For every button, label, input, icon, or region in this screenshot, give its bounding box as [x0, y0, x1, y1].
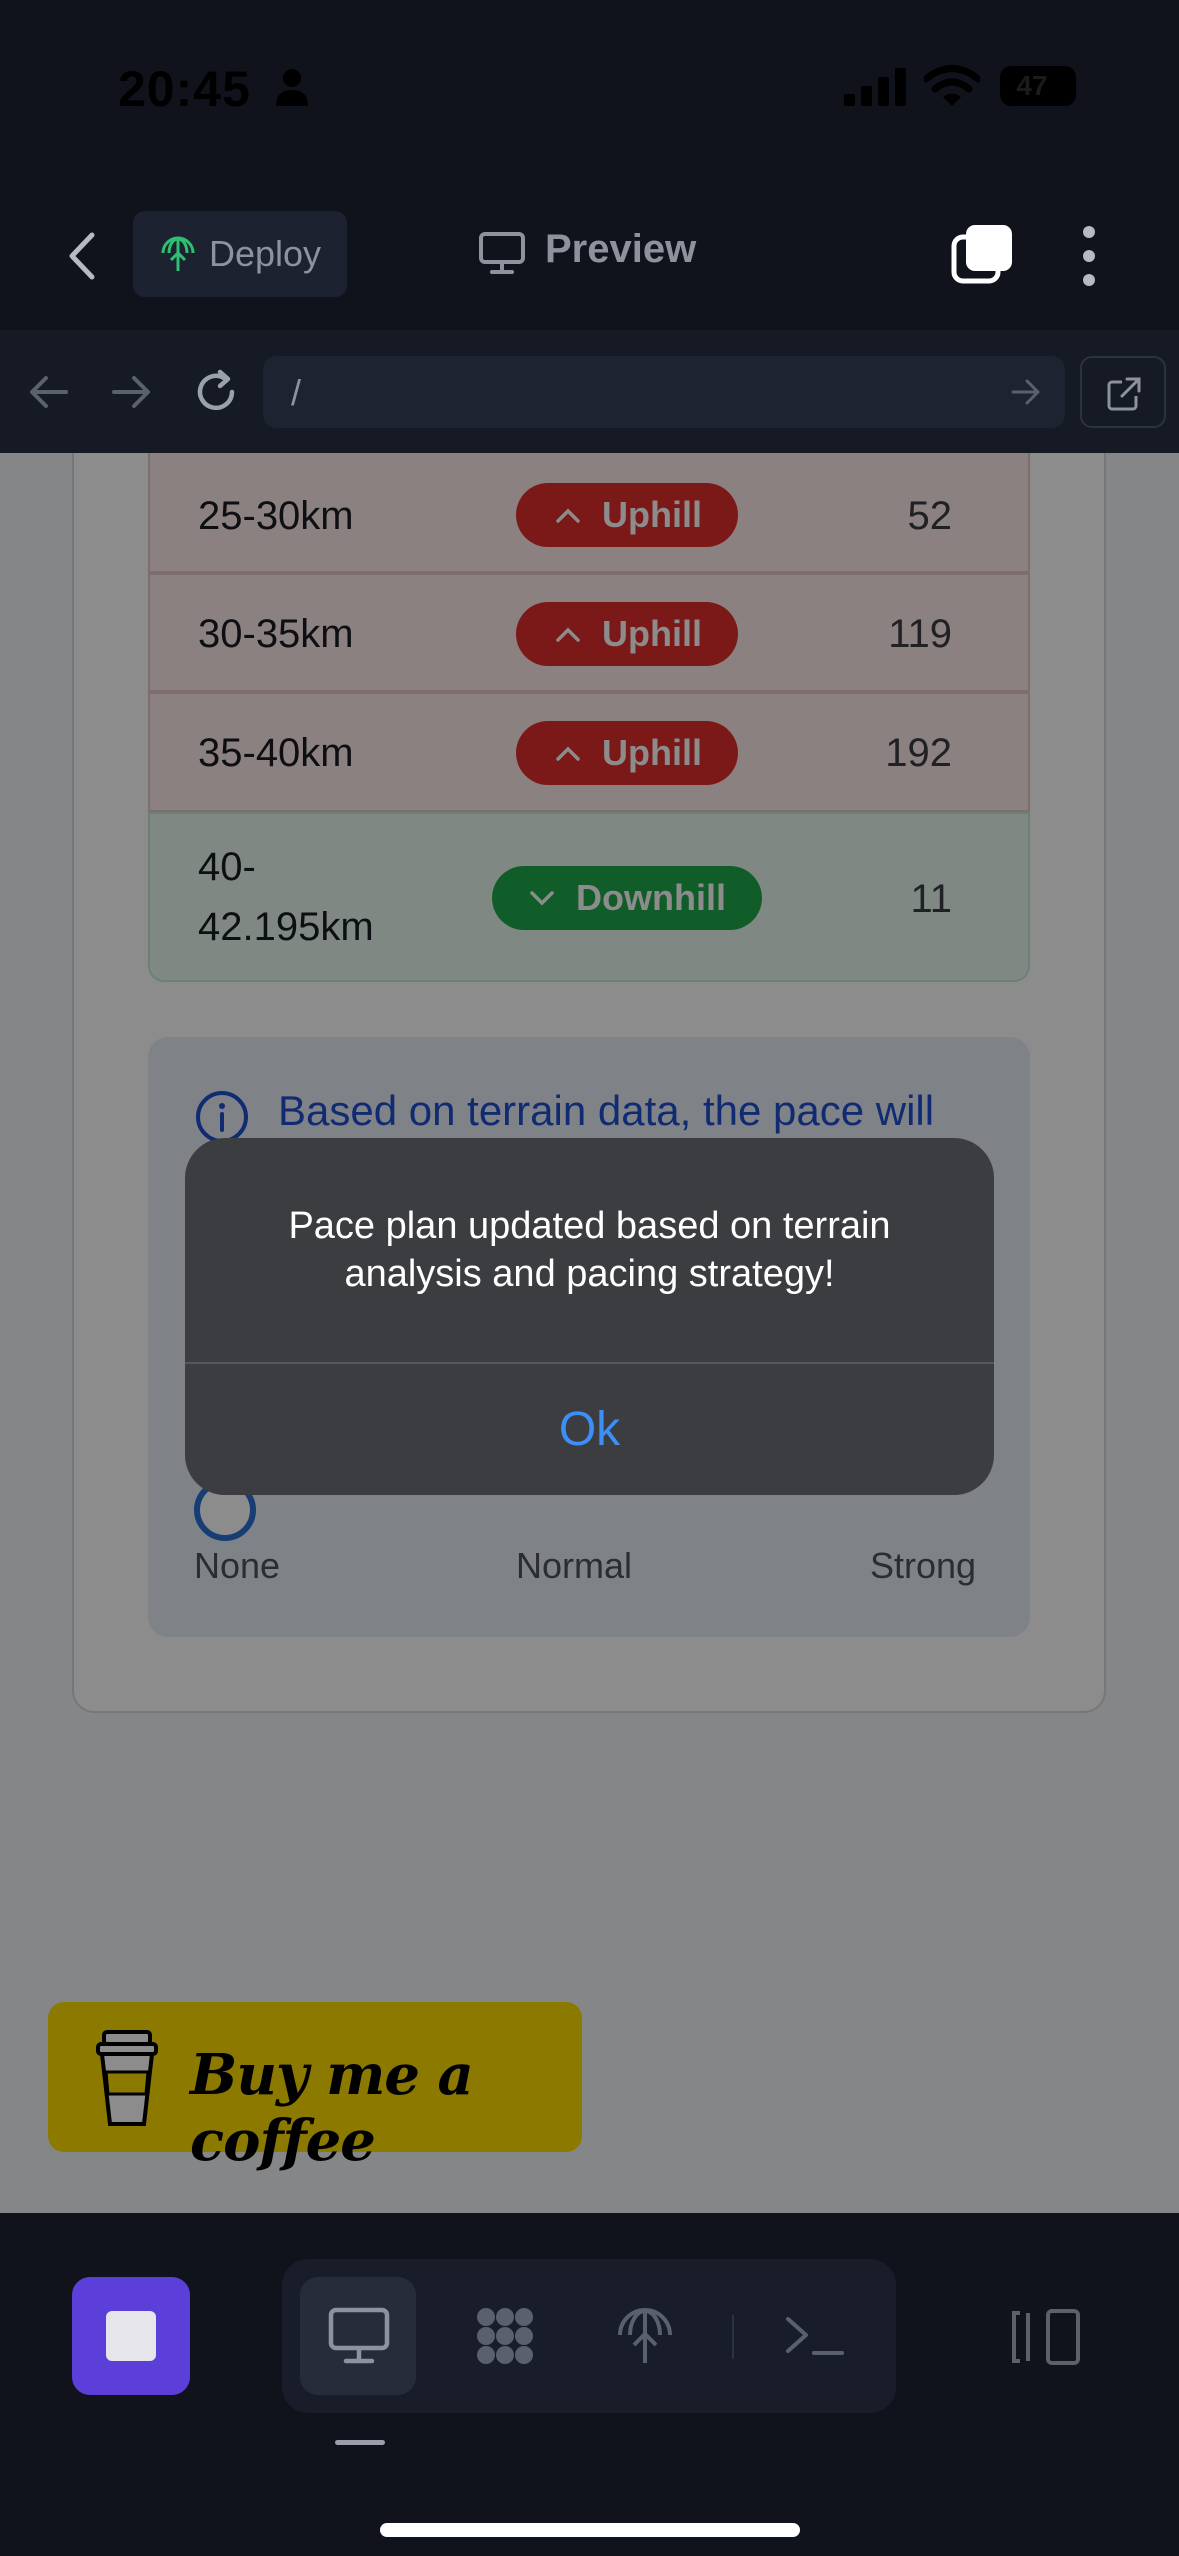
- stop-button[interactable]: [72, 2277, 190, 2395]
- status-bar: 20:45 47: [0, 0, 1179, 175]
- tabs-icon[interactable]: [950, 223, 1014, 287]
- page-indicator: [335, 2440, 385, 2445]
- deploy-label: Deploy: [209, 233, 322, 274]
- wifi-icon: [924, 65, 980, 106]
- open-external-button[interactable]: [1080, 356, 1166, 428]
- url-input[interactable]: /: [263, 356, 1065, 428]
- arrow-right-icon[interactable]: [112, 374, 152, 410]
- terminal-icon: [786, 2317, 844, 2355]
- view-switcher: [282, 2259, 896, 2413]
- signal-icon: [844, 68, 906, 106]
- grid-icon: [477, 2308, 533, 2364]
- back-icon[interactable]: [62, 231, 102, 281]
- preview-label[interactable]: Preview: [545, 227, 696, 272]
- reload-icon[interactable]: [192, 368, 240, 416]
- app-header: Deploy Preview: [0, 175, 1179, 330]
- monitor-icon: [328, 2307, 390, 2364]
- external-link-icon: [1107, 377, 1141, 411]
- toolbar-divider: [732, 2315, 734, 2359]
- tool-terminal[interactable]: [756, 2277, 872, 2395]
- battery-indicator: 47: [1000, 66, 1076, 106]
- browser-url-bar: /: [0, 330, 1179, 453]
- url-text: /: [291, 372, 302, 413]
- alert-dialog: Pace plan updated based on terrain analy…: [185, 1138, 994, 1495]
- preview-icon: [479, 232, 525, 274]
- bottom-toolbar: [0, 2213, 1179, 2556]
- go-arrow-icon[interactable]: [1011, 378, 1041, 406]
- status-time: 20:45: [118, 61, 251, 117]
- home-indicator: [380, 2523, 800, 2537]
- arrow-left-icon[interactable]: [28, 374, 68, 410]
- deploy-icon: [618, 2308, 672, 2363]
- panel-icon[interactable]: [1010, 2307, 1082, 2367]
- tool-deploy[interactable]: [586, 2277, 702, 2395]
- alert-message: Pace plan updated based on terrain analy…: [288, 1205, 891, 1295]
- tool-code[interactable]: [446, 2277, 562, 2395]
- tool-preview[interactable]: [300, 2277, 416, 2395]
- alert-ok-button[interactable]: Ok: [185, 1364, 994, 1495]
- deploy-icon: [161, 236, 195, 271]
- more-icon[interactable]: [1078, 225, 1100, 287]
- deploy-button[interactable]: Deploy: [133, 211, 347, 297]
- stop-icon: [106, 2311, 156, 2361]
- battery-level: 47: [1016, 70, 1048, 101]
- person-icon: [276, 69, 308, 106]
